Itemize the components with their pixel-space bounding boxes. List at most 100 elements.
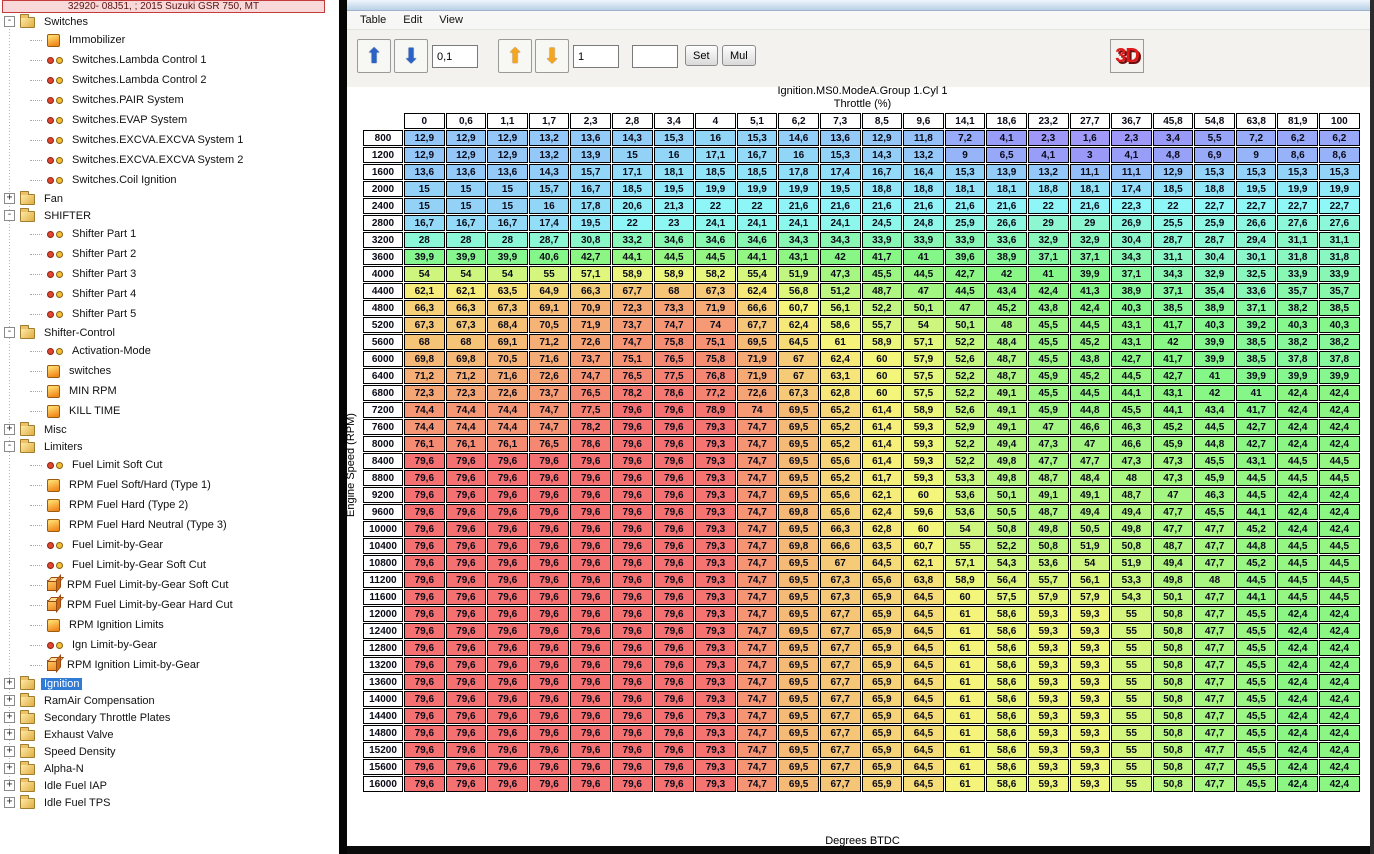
map-cell-r4400-c1-7[interactable]: 64,9 bbox=[529, 283, 570, 299]
map-cell-r6000-c5-1[interactable]: 71,9 bbox=[737, 351, 778, 367]
map-cell-r12000-c2-3[interactable]: 79,6 bbox=[570, 606, 611, 622]
map-cell-r12000-c9-6[interactable]: 64,5 bbox=[903, 606, 944, 622]
map-cell-r8400-c7-3[interactable]: 65,6 bbox=[820, 453, 861, 469]
map-cell-r5200-c1-7[interactable]: 70,5 bbox=[529, 317, 570, 333]
map-cell-r10400-c1-1[interactable]: 79,6 bbox=[487, 538, 528, 554]
map-cell-r13600-c81-9[interactable]: 42,4 bbox=[1277, 674, 1318, 690]
map-cell-r5200-c81-9[interactable]: 40,3 bbox=[1277, 317, 1318, 333]
map-cell-r2000-c14-1[interactable]: 18,1 bbox=[945, 181, 986, 197]
map-cell-r11600-c5-1[interactable]: 74,7 bbox=[737, 589, 778, 605]
map-cell-r5600-c7-3[interactable]: 61 bbox=[820, 334, 861, 350]
expand-toggle-icon[interactable]: + bbox=[4, 712, 15, 723]
map-cell-r9200-c7-3[interactable]: 65,6 bbox=[820, 487, 861, 503]
map-cell-r9200-c5-1[interactable]: 74,7 bbox=[737, 487, 778, 503]
map-cell-r9600-c18-6[interactable]: 50,5 bbox=[986, 504, 1027, 520]
map-cell-r9200-c54-8[interactable]: 46,3 bbox=[1194, 487, 1235, 503]
map-cell-r6800-c9-6[interactable]: 57,5 bbox=[903, 385, 944, 401]
col-header-6-2[interactable]: 6,2 bbox=[778, 113, 819, 129]
map-cell-r5600-c5-1[interactable]: 69,5 bbox=[737, 334, 778, 350]
tree-item-alpha-n[interactable]: +Alpha-N bbox=[0, 760, 339, 777]
map-cell-r16000-c36-7[interactable]: 55 bbox=[1111, 776, 1152, 792]
map-cell-r12400-c54-8[interactable]: 47,7 bbox=[1194, 623, 1235, 639]
map-cell-r10800-c9-6[interactable]: 62,1 bbox=[903, 555, 944, 571]
map-cell-r13600-c0-6[interactable]: 79,6 bbox=[446, 674, 487, 690]
map-cell-r2800-c54-8[interactable]: 25,9 bbox=[1194, 215, 1235, 231]
map-cell-r10800-c23-2[interactable]: 53,6 bbox=[1028, 555, 1069, 571]
map-cell-r4800-c54-8[interactable]: 38,9 bbox=[1194, 300, 1235, 316]
map-cell-r9600-c27-7[interactable]: 49,4 bbox=[1070, 504, 1111, 520]
map-cell-r4800-c6-2[interactable]: 60,7 bbox=[778, 300, 819, 316]
map-cell-r10400-c2-8[interactable]: 79,6 bbox=[612, 538, 653, 554]
map-cell-r1200-c2-3[interactable]: 13,9 bbox=[570, 147, 611, 163]
map-cell-r4400-c1-1[interactable]: 63,5 bbox=[487, 283, 528, 299]
map-cell-r8400-c1-7[interactable]: 79,6 bbox=[529, 453, 570, 469]
row-header-2800[interactable]: 2800 bbox=[363, 215, 403, 231]
map-cell-r11200-c3-4[interactable]: 79,6 bbox=[654, 572, 695, 588]
map-cell-r6800-c3-4[interactable]: 78,6 bbox=[654, 385, 695, 401]
map-cell-r8000-c2-8[interactable]: 79,6 bbox=[612, 436, 653, 452]
row-header-11200[interactable]: 11200 bbox=[363, 572, 403, 588]
map-cell-r16000-c6-2[interactable]: 69,5 bbox=[778, 776, 819, 792]
map-cell-r10800-c2-3[interactable]: 79,6 bbox=[570, 555, 611, 571]
map-cell-r4800-c36-7[interactable]: 40,3 bbox=[1111, 300, 1152, 316]
map-cell-r4400-c14-1[interactable]: 44,5 bbox=[945, 283, 986, 299]
map-cell-r14800-c4[interactable]: 79,3 bbox=[695, 725, 736, 741]
map-cell-r12800-c2-8[interactable]: 79,6 bbox=[612, 640, 653, 656]
map-cell-r14800-c2-8[interactable]: 79,6 bbox=[612, 725, 653, 741]
map-cell-r13200-c14-1[interactable]: 61 bbox=[945, 657, 986, 673]
map-cell-r10800-c1-1[interactable]: 79,6 bbox=[487, 555, 528, 571]
map-cell-r3600-c14-1[interactable]: 39,6 bbox=[945, 249, 986, 265]
map-cell-r5600-c0[interactable]: 68 bbox=[404, 334, 445, 350]
map-cell-r13200-c8-5[interactable]: 65,9 bbox=[862, 657, 903, 673]
map-cell-r15600-c1-1[interactable]: 79,6 bbox=[487, 759, 528, 775]
map-cell-r8400-c8-5[interactable]: 61,4 bbox=[862, 453, 903, 469]
menu-view[interactable]: View bbox=[439, 14, 463, 26]
map-cell-r1600-c1-7[interactable]: 14,3 bbox=[529, 164, 570, 180]
map-cell-r3600-c45-8[interactable]: 31,1 bbox=[1153, 249, 1194, 265]
map-cell-r7200-c27-7[interactable]: 44,8 bbox=[1070, 402, 1111, 418]
map-cell-r14000-c6-2[interactable]: 69,5 bbox=[778, 691, 819, 707]
map-cell-r8000-c5-1[interactable]: 74,7 bbox=[737, 436, 778, 452]
row-header-9200[interactable]: 9200 bbox=[363, 487, 403, 503]
tree-item-secondary-throttle-plates[interactable]: +Secondary Throttle Plates bbox=[0, 709, 339, 726]
map-cell-r9200-c2-3[interactable]: 79,6 bbox=[570, 487, 611, 503]
map-cell-r800-c1-1[interactable]: 12,9 bbox=[487, 130, 528, 146]
map-cell-r8400-c63-8[interactable]: 43,1 bbox=[1236, 453, 1277, 469]
map-cell-r8800-c45-8[interactable]: 47,3 bbox=[1153, 470, 1194, 486]
tree-item-idle-fuel-iap[interactable]: +Idle Fuel IAP bbox=[0, 777, 339, 794]
map-cell-r4000-c45-8[interactable]: 34,3 bbox=[1153, 266, 1194, 282]
map-cell-r13200-c3-4[interactable]: 79,6 bbox=[654, 657, 695, 673]
map-cell-r12800-c1-7[interactable]: 79,6 bbox=[529, 640, 570, 656]
map-cell-r15600-c2-3[interactable]: 79,6 bbox=[570, 759, 611, 775]
map-cell-r3600-c100[interactable]: 31,8 bbox=[1319, 249, 1360, 265]
map-cell-r12000-c0-6[interactable]: 79,6 bbox=[446, 606, 487, 622]
map-cell-r3200-c3-4[interactable]: 34,6 bbox=[654, 232, 695, 248]
map-cell-r2400-c3-4[interactable]: 21,3 bbox=[654, 198, 695, 214]
map-cell-r4800-c5-1[interactable]: 66,6 bbox=[737, 300, 778, 316]
expand-toggle-icon[interactable]: + bbox=[4, 746, 15, 757]
set-button[interactable]: Set bbox=[685, 45, 718, 66]
map-cell-r5200-c100[interactable]: 40,3 bbox=[1319, 317, 1360, 333]
map-cell-r13600-c18-6[interactable]: 58,6 bbox=[986, 674, 1027, 690]
map-cell-r8000-c63-8[interactable]: 42,7 bbox=[1236, 436, 1277, 452]
map-cell-r12400-c23-2[interactable]: 59,3 bbox=[1028, 623, 1069, 639]
map-cell-r2400-c7-3[interactable]: 21,6 bbox=[820, 198, 861, 214]
row-header-7200[interactable]: 7200 bbox=[363, 402, 403, 418]
map-cell-r3200-c100[interactable]: 31,1 bbox=[1319, 232, 1360, 248]
map-cell-r10400-c81-9[interactable]: 44,5 bbox=[1277, 538, 1318, 554]
map-cell-r9600-c81-9[interactable]: 42,4 bbox=[1277, 504, 1318, 520]
map-cell-r8000-c54-8[interactable]: 44,8 bbox=[1194, 436, 1235, 452]
map-cell-r14400-c8-5[interactable]: 65,9 bbox=[862, 708, 903, 724]
map-cell-r5600-c3-4[interactable]: 75,8 bbox=[654, 334, 695, 350]
map-cell-r13600-c27-7[interactable]: 59,3 bbox=[1070, 674, 1111, 690]
map-cell-r12800-c14-1[interactable]: 61 bbox=[945, 640, 986, 656]
row-header-12400[interactable]: 12400 bbox=[363, 623, 403, 639]
row-header-14400[interactable]: 14400 bbox=[363, 708, 403, 724]
map-cell-r10800-c6-2[interactable]: 69,5 bbox=[778, 555, 819, 571]
row-header-5600[interactable]: 5600 bbox=[363, 334, 403, 350]
map-cell-r2800-c27-7[interactable]: 29 bbox=[1070, 215, 1111, 231]
map-cell-r7600-c0[interactable]: 74,4 bbox=[404, 419, 445, 435]
map-cell-r2800-c7-3[interactable]: 24,1 bbox=[820, 215, 861, 231]
map-cell-r4800-c63-8[interactable]: 37,1 bbox=[1236, 300, 1277, 316]
map-cell-r11200-c36-7[interactable]: 53,3 bbox=[1111, 572, 1152, 588]
